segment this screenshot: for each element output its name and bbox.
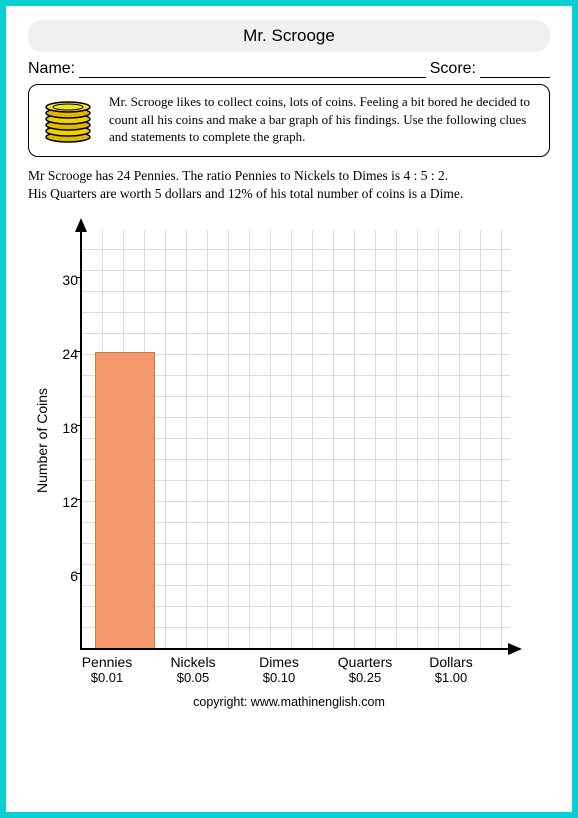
x-category: Nickels$0.05 — [150, 654, 236, 685]
intro-box: Mr. Scrooge likes to collect coins, lots… — [28, 84, 550, 157]
problem-text: Mr Scrooge has 24 Pennies. The ratio Pen… — [28, 167, 550, 205]
y-tick-mark — [76, 499, 82, 500]
category-name: Quarters — [322, 654, 408, 670]
copyright-text: copyright: www.mathinenglish.com — [28, 695, 550, 709]
category-value: $0.01 — [64, 670, 150, 685]
problem-line-1: Mr Scrooge has 24 Pennies. The ratio Pen… — [28, 167, 550, 186]
y-tick-label: 6 — [70, 568, 78, 584]
category-value: $0.05 — [150, 670, 236, 685]
intro-text: Mr. Scrooge likes to collect coins, lots… — [109, 93, 539, 148]
x-category: Dollars$1.00 — [408, 654, 494, 685]
plot-area — [80, 230, 510, 650]
category-name: Pennies — [64, 654, 150, 670]
y-tick-mark — [76, 573, 82, 574]
name-input-line[interactable] — [79, 60, 426, 78]
category-name: Dimes — [236, 654, 322, 670]
x-axis-arrow-icon — [508, 643, 522, 655]
x-axis-labels: Pennies$0.01Nickels$0.05Dimes$0.10Quarte… — [64, 650, 494, 685]
y-tick-label: 18 — [62, 420, 78, 436]
category-name: Dollars — [408, 654, 494, 670]
bar-pennies — [95, 352, 155, 648]
chart: Number of Coins 6 12 18 24 30 — [34, 230, 550, 650]
x-category: Quarters$0.25 — [322, 654, 408, 685]
y-axis-arrow-icon — [75, 218, 87, 232]
category-value: $1.00 — [408, 670, 494, 685]
y-tick-label: 12 — [62, 494, 78, 510]
problem-line-2: His Quarters are worth 5 dollars and 12%… — [28, 185, 550, 204]
category-value: $0.10 — [236, 670, 322, 685]
name-label: Name: — [28, 60, 75, 78]
y-tick-mark — [76, 425, 82, 426]
worksheet-page: Mr. Scrooge Name: Score: Mr. Scrooge lik… — [6, 6, 572, 812]
name-score-row: Name: Score: — [28, 60, 550, 78]
y-tick-mark — [76, 277, 82, 278]
y-tick-label: 24 — [62, 346, 78, 362]
category-value: $0.25 — [322, 670, 408, 685]
y-axis-ticks: 6 12 18 24 30 — [54, 230, 80, 650]
score-label: Score: — [430, 60, 476, 78]
page-title: Mr. Scrooge — [28, 20, 550, 52]
coin-stack-icon — [39, 93, 97, 148]
score-input-line[interactable] — [480, 60, 550, 78]
y-tick-label: 30 — [62, 272, 78, 288]
y-tick-mark — [76, 351, 82, 352]
x-category: Dimes$0.10 — [236, 654, 322, 685]
y-axis-label: Number of Coins — [34, 230, 50, 650]
x-category: Pennies$0.01 — [64, 654, 150, 685]
category-name: Nickels — [150, 654, 236, 670]
